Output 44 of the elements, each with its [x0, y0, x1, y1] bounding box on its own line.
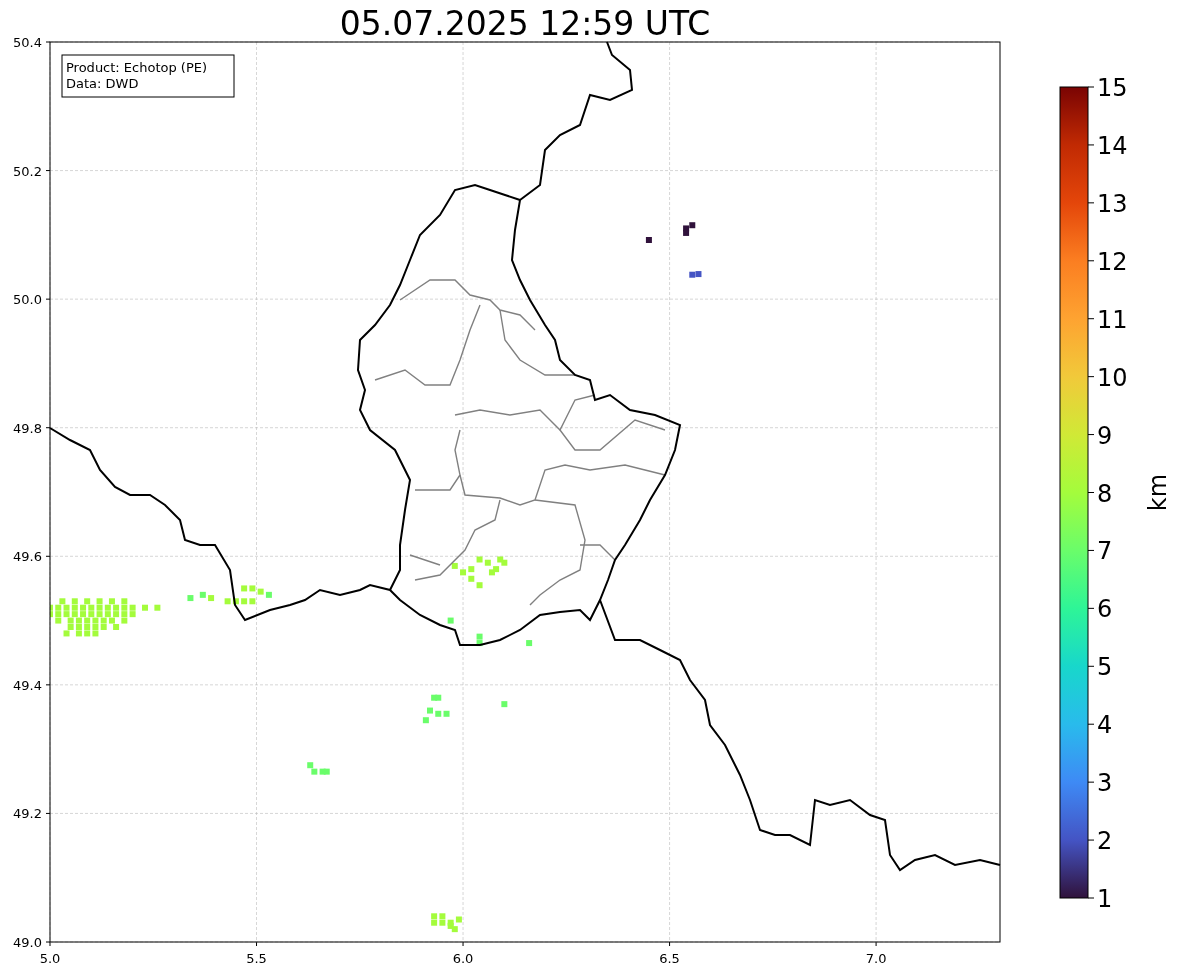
colorbar-tick-label: 3 — [1097, 769, 1113, 798]
radar-cell — [422, 717, 429, 724]
info-text: Product: Echotop (PE) — [66, 60, 208, 75]
y-tick-label: 49.8 — [13, 420, 42, 436]
colorbar-tick-label: 8 — [1097, 479, 1113, 508]
y-tick-label: 49.4 — [13, 677, 42, 693]
colorbar-tick-label: 6 — [1097, 595, 1113, 624]
colorbar-tick-label: 10 — [1097, 363, 1128, 392]
colorbar-tick-label: 4 — [1097, 711, 1113, 740]
colorbar-tick-label: 5 — [1097, 653, 1113, 682]
radar-cell — [526, 640, 533, 647]
colorbar-tick-label: 2 — [1097, 827, 1113, 856]
colorbar-tick-label: 13 — [1097, 189, 1128, 218]
x-tick-label: 6.5 — [659, 951, 680, 966]
radar-cell — [208, 595, 215, 602]
y-tick-label: 49.0 — [13, 935, 42, 950]
y-tick-label: 50.2 — [13, 163, 42, 179]
colorbar-tick-label: 7 — [1097, 537, 1113, 566]
colorbar-tick-label: 9 — [1097, 421, 1113, 450]
colorbar-tick-label: 1 — [1097, 885, 1113, 913]
y-tick-label: 50.4 — [13, 35, 42, 50]
radar-cell — [501, 701, 508, 708]
radar-cell — [199, 591, 206, 598]
x-tick-label: 5.0 — [39, 951, 61, 966]
chart-title: 05.07.2025 12:59 UTC — [339, 4, 711, 43]
x-tick-label: 5.5 — [246, 951, 267, 966]
colorbar-label: km — [1144, 473, 1172, 512]
colorbar-tick-label: 12 — [1097, 247, 1128, 276]
colorbar-tick-label: 15 — [1097, 74, 1128, 102]
colorbar-tick-label: 11 — [1097, 305, 1128, 334]
radar-cell — [645, 237, 652, 243]
y-tick-label: 49.2 — [13, 806, 42, 822]
y-tick-label: 50.0 — [13, 292, 42, 308]
radar-cell — [154, 604, 161, 611]
y-tick-label: 49.6 — [13, 549, 42, 565]
radar-cell — [447, 617, 454, 624]
x-tick-label: 6.0 — [452, 951, 474, 966]
radar-cell — [142, 604, 148, 611]
info-text: Data: DWD — [66, 76, 139, 91]
radar-cell — [451, 562, 458, 569]
radar-cell — [187, 595, 194, 602]
colorbar-tick-label: 14 — [1097, 131, 1128, 160]
x-tick-label: 7.0 — [865, 951, 887, 966]
radar-cell — [427, 707, 433, 714]
